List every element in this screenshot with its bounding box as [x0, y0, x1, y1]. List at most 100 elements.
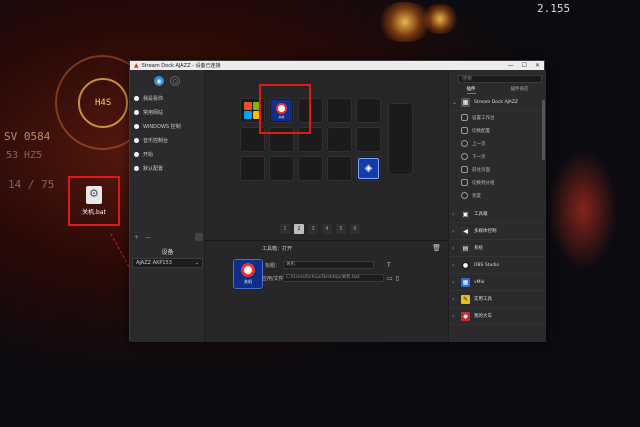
deck-panel: 关机 ◈ 1 2 3 4 5 6 工具箱：打开 🗑 关机 标题： 关机 T 应用…: [205, 70, 448, 342]
page-button[interactable]: 6: [350, 224, 360, 234]
profile-list: 我是看你 常用网站 WINDOWS 控制 音乐控制台 开始 默认配置: [130, 92, 204, 174]
next-page-icon: [461, 153, 468, 160]
key-empty[interactable]: [327, 156, 352, 181]
page-button[interactable]: 1: [280, 224, 290, 234]
category-media[interactable]: › ◀ 多媒体控制: [449, 223, 546, 240]
file-row: 应用/文件： C:/Users/hchua/Desktop/关机.bat ▭ ▯: [262, 274, 399, 282]
profile-dot-icon: [134, 95, 139, 101]
key-empty[interactable]: [356, 127, 381, 152]
group-icon: [461, 179, 468, 186]
obs-icon: ●: [461, 260, 470, 270]
minimize-button[interactable]: —: [508, 62, 514, 69]
profile-item[interactable]: 开始: [130, 148, 204, 160]
file-icon[interactable]: ▯: [396, 275, 399, 282]
file-path-input[interactable]: C:/Users/hchua/Desktop/关机.bat: [283, 274, 384, 282]
chevron-down-icon: ⌄: [452, 98, 458, 106]
chevron-right-icon: ›: [452, 312, 455, 320]
close-button[interactable]: ✕: [535, 62, 540, 69]
window-title: Stream Dock AJAZZ - 设备已连接: [141, 63, 221, 69]
chevron-right-icon: ›: [452, 295, 455, 303]
goto-page-icon: [461, 166, 468, 173]
device-select[interactable]: AJAZZ AKP153 ⌄: [132, 258, 203, 268]
profile-item[interactable]: 常用网站: [130, 106, 204, 118]
speaker-icon: ◀: [461, 226, 470, 236]
category-custom[interactable]: › ◆ 我的大车: [449, 308, 546, 325]
profile-dot-icon: [134, 165, 139, 171]
key-empty[interactable]: [269, 156, 294, 181]
remove-profile-button[interactable]: —: [145, 234, 151, 241]
action-item[interactable]: 亮度: [449, 189, 546, 202]
settings-tab-icon[interactable]: ○: [170, 76, 180, 86]
chevron-right-icon: ›: [452, 244, 455, 252]
category-obs[interactable]: › ● OBS Studio: [449, 257, 546, 274]
action-search-input[interactable]: 搜索: [458, 75, 542, 83]
title-input[interactable]: 关机: [283, 261, 374, 269]
device-header: 设备: [161, 249, 174, 256]
category-device[interactable]: ⌄ ▦ Stream Dock AJAZZ: [449, 94, 546, 111]
profile-item[interactable]: WINDOWS 控制: [130, 120, 204, 132]
properties-header: 工具箱：打开: [262, 246, 293, 252]
chevron-down-icon: ⌄: [194, 260, 199, 266]
action-item[interactable]: 切换到分组: [449, 176, 546, 189]
page-selector: 1 2 3 4 5 6: [280, 224, 360, 234]
category-toolbox[interactable]: › ▣ 工具箱: [449, 206, 546, 223]
action-item[interactable]: 前往页面: [449, 163, 546, 176]
key-empty[interactable]: [298, 156, 323, 181]
layers-icon: ◈: [358, 158, 379, 179]
key-properties: 工具箱：打开 🗑 关机 标题： 关机 T 应用/文件： C:/Users/hch…: [205, 240, 448, 342]
page-button-active[interactable]: 2: [294, 224, 304, 234]
prev-page-icon: [461, 140, 468, 147]
category-vmix[interactable]: › ▦ vMix: [449, 274, 546, 291]
profile-dot-icon: [134, 123, 139, 129]
title-row: 标题： 关机 T: [264, 261, 391, 269]
tab-plugin-store[interactable]: 插件商店: [511, 86, 529, 94]
page-button[interactable]: 3: [308, 224, 318, 234]
action-item[interactable]: 设置工作台: [449, 111, 546, 124]
action-item[interactable]: 上一页: [449, 137, 546, 150]
vmix-icon: ▦: [461, 277, 470, 287]
profile-item[interactable]: 音乐控制台: [130, 134, 204, 146]
profile-item[interactable]: 我是看你: [130, 92, 204, 104]
profile-dot-icon: [134, 109, 139, 115]
chevron-right-icon: ›: [452, 261, 455, 269]
key-empty[interactable]: [356, 98, 381, 123]
add-profile-button[interactable]: +: [134, 234, 139, 241]
chevron-right-icon: ›: [452, 227, 455, 235]
profiles-tab-icon[interactable]: ◉: [154, 76, 164, 86]
category-system[interactable]: › ▤ 系统: [449, 240, 546, 257]
key-empty[interactable]: [240, 156, 265, 181]
page-button[interactable]: 5: [336, 224, 346, 234]
brightness-icon: [461, 192, 468, 199]
action-item[interactable]: 下一页: [449, 150, 546, 163]
workspace-icon: [461, 114, 468, 121]
key-empty[interactable]: [327, 98, 352, 123]
chevron-right-icon: ›: [452, 210, 455, 218]
touch-strip[interactable]: [388, 103, 413, 175]
page-button[interactable]: 4: [322, 224, 332, 234]
maximize-button[interactable]: ☐: [522, 62, 527, 69]
stream-dock-window: ▲ Stream Dock AJAZZ - 设备已连接 — ☐ ✕ ◉ ○ 我是…: [129, 60, 546, 342]
car-icon: ◆: [461, 311, 470, 321]
profile-item[interactable]: 默认配置: [130, 162, 204, 174]
text-style-button[interactable]: T: [387, 262, 391, 269]
tab-plugins[interactable]: 插件: [466, 86, 476, 94]
trash-icon[interactable]: 🗑: [432, 244, 441, 252]
shutdown-icon: [241, 263, 255, 277]
profile-dot-icon: [134, 151, 139, 157]
toolbox-icon: ▣: [461, 209, 470, 219]
switch-profile-icon: [461, 127, 468, 134]
action-panel-scrollbar[interactable]: [542, 100, 545, 160]
app-logo-icon: ▲: [134, 62, 139, 69]
profile-panel: ◉ ○ 我是看你 常用网站 WINDOWS 控制 音乐控制台 开始 默认配置 +…: [130, 70, 205, 342]
key-preview[interactable]: 关机: [233, 259, 263, 289]
category-utilities[interactable]: › ✎ 实用工具: [449, 291, 546, 308]
key-layers[interactable]: ◈: [356, 156, 381, 181]
utilities-icon: ✎: [461, 294, 470, 304]
annotation-highlight-key: [259, 84, 311, 134]
folder-icon[interactable]: ▭: [387, 275, 393, 282]
system-icon: ▤: [461, 243, 470, 253]
key-empty[interactable]: [327, 127, 352, 152]
action-item[interactable]: 切换配置: [449, 124, 546, 137]
profile-menu-button[interactable]: [195, 233, 203, 241]
profile-dot-icon: [134, 137, 139, 143]
